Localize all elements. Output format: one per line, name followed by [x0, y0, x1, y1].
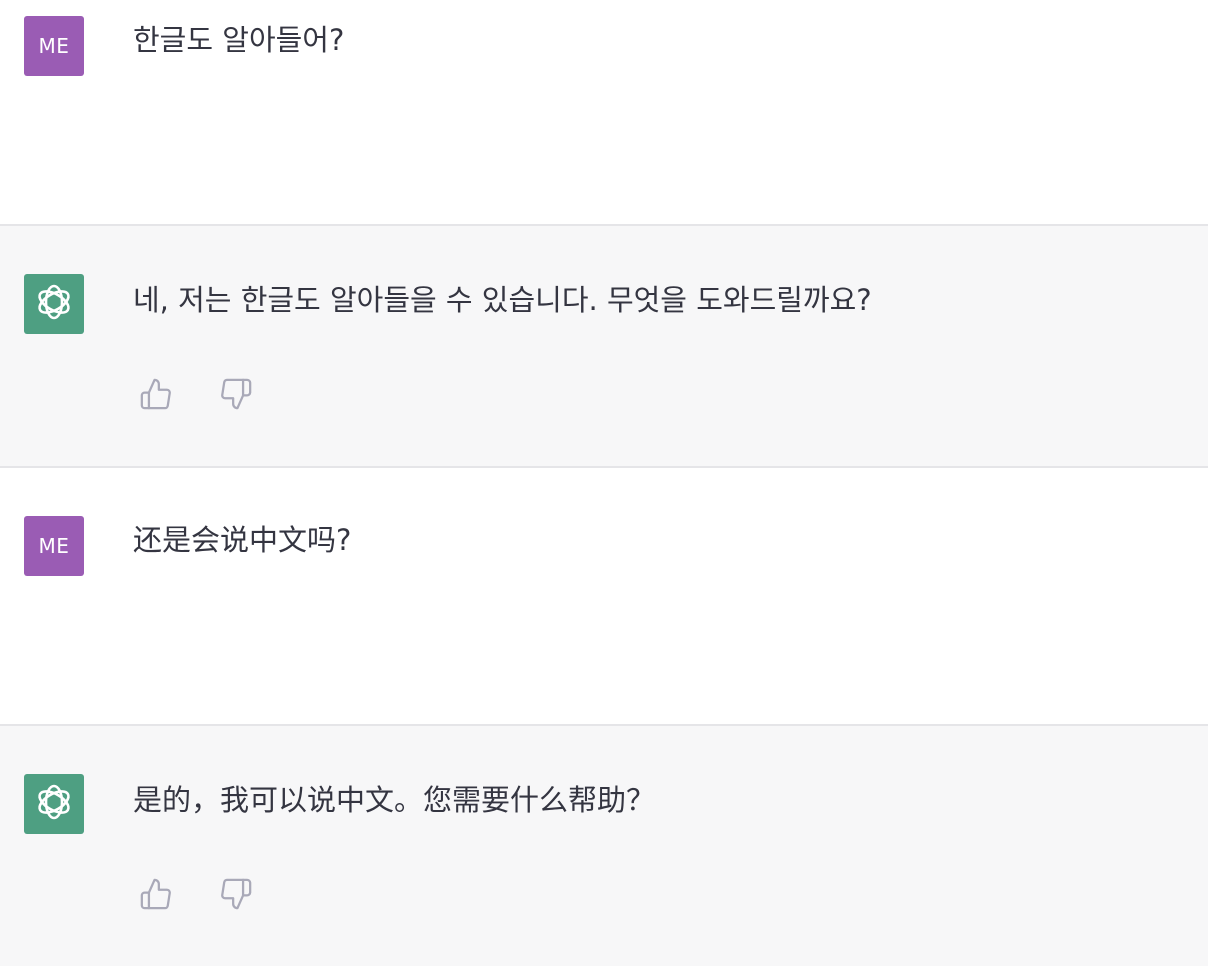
user-message: ME 还是会说中文吗? — [0, 468, 1208, 724]
user-avatar-label: ME — [38, 534, 70, 558]
message-text: 한글도 알아들어? — [133, 23, 345, 57]
thumbs-up-icon — [139, 877, 173, 911]
message-text: 还是会说中文吗? — [133, 523, 352, 557]
assistant-message: 是的，我可以说中文。您需要什么帮助？ — [0, 726, 1208, 966]
user-avatar: ME — [24, 16, 84, 76]
user-avatar-label: ME — [38, 34, 70, 58]
thumbs-up-button[interactable] — [138, 376, 174, 412]
assistant-avatar — [24, 274, 84, 334]
chat-thread: ME 한글도 알아들어? 네, 저는 한글도 알아들을 수 있습니다. 무엇을 … — [0, 0, 1208, 966]
user-avatar: ME — [24, 516, 84, 576]
thumbs-up-icon — [139, 377, 173, 411]
openai-logo-icon — [32, 280, 76, 328]
openai-logo-icon — [32, 780, 76, 828]
feedback-actions — [138, 876, 254, 912]
thumbs-down-icon — [219, 377, 253, 411]
thumbs-down-icon — [219, 877, 253, 911]
thumbs-down-button[interactable] — [218, 376, 254, 412]
message-text: 是的，我可以说中文。您需要什么帮助？ — [133, 783, 656, 817]
thumbs-down-button[interactable] — [218, 876, 254, 912]
thumbs-up-button[interactable] — [138, 876, 174, 912]
feedback-actions — [138, 376, 254, 412]
assistant-message: 네, 저는 한글도 알아들을 수 있습니다. 무엇을 도와드릴까요? — [0, 226, 1208, 466]
message-text: 네, 저는 한글도 알아들을 수 있습니다. 무엇을 도와드릴까요? — [133, 283, 872, 317]
user-message: ME 한글도 알아들어? — [0, 0, 1208, 224]
assistant-avatar — [24, 774, 84, 834]
